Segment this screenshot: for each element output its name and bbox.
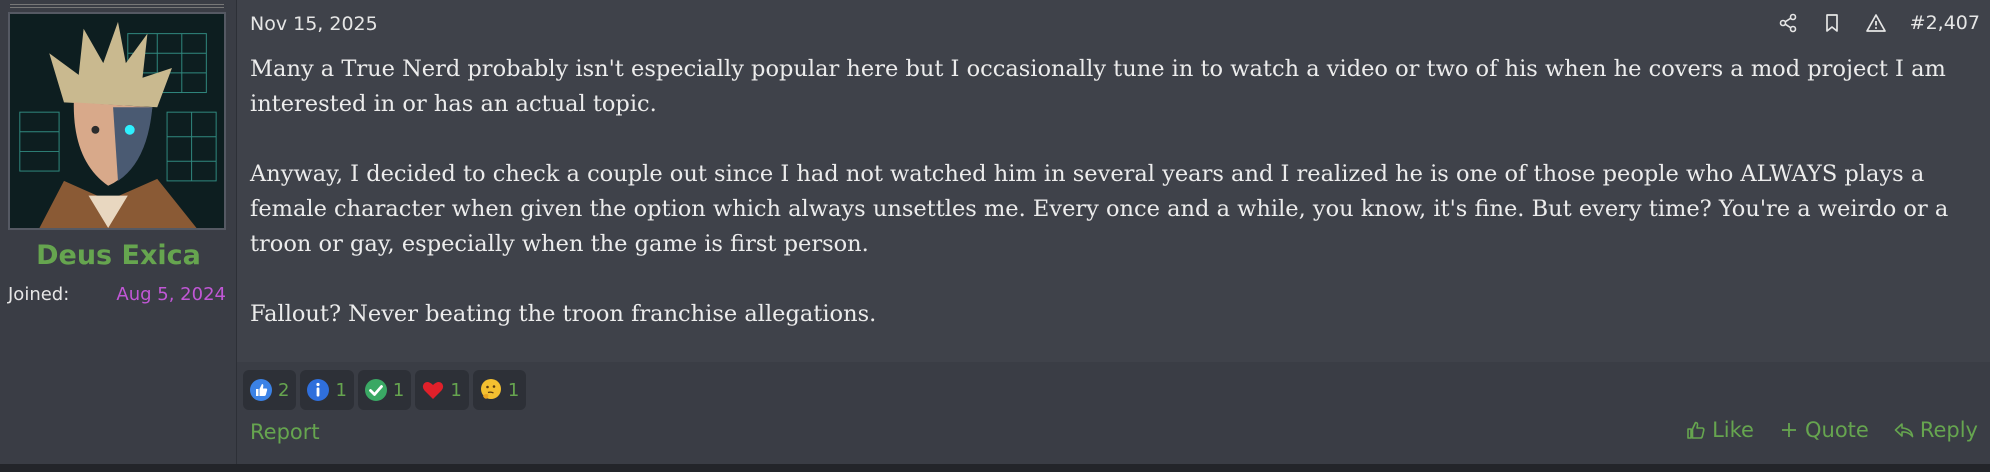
plus-icon (1781, 423, 1796, 437)
username[interactable]: Deus Exica (0, 240, 237, 271)
reactions-bar: 2 1 1 1 1 (243, 370, 527, 410)
user-sidebar: Deus Exica Joined: Aug 5, 2024 (0, 0, 237, 464)
post-footer: 2 1 1 1 1 Report Like Quote Reply (237, 362, 1990, 464)
post-date[interactable]: Nov 15, 2025 (250, 13, 378, 35)
quote-button[interactable]: Quote (1778, 418, 1869, 442)
post-number-link[interactable]: #2,407 (1910, 12, 1980, 34)
reaction-count: 1 (507, 379, 520, 401)
reaction-informative[interactable]: 1 (300, 370, 354, 410)
reaction-count: 1 (335, 379, 347, 401)
reaction-count: 1 (392, 379, 405, 401)
message-body: Many a True Nerd probably isn't especial… (250, 52, 1960, 367)
reaction-agree[interactable]: 1 (357, 370, 412, 410)
reply-arrow-icon (1894, 423, 1914, 438)
thumbs-up-icon (250, 379, 272, 401)
avatar-image (10, 14, 224, 228)
message-paragraph: Fallout? Never beating the troon franchi… (250, 301, 877, 327)
joined-date: Aug 5, 2024 (116, 284, 226, 305)
thumbs-up-icon (1687, 421, 1705, 439)
reply-button[interactable]: Reply (1893, 418, 1978, 442)
reaction-count: 2 (278, 379, 290, 401)
post-separator (0, 464, 1990, 472)
share-icon[interactable] (1778, 13, 1798, 33)
reaction-thumbs-up[interactable]: 2 (243, 370, 297, 410)
reaction-heart[interactable]: 1 (415, 370, 469, 410)
quote-label: Quote (1804, 418, 1869, 442)
message-paragraph: Anyway, I decided to check a couple out … (250, 161, 1949, 257)
reaction-thinking[interactable]: 1 (472, 370, 527, 410)
post-content-area: Nov 15, 2025 #2,407 Many a True Nerd pro… (237, 0, 1990, 362)
like-button[interactable]: Like (1685, 418, 1754, 442)
message-paragraph: Many a True Nerd probably isn't especial… (250, 56, 1946, 117)
joined-label: Joined: (8, 284, 70, 305)
heart-icon (423, 382, 444, 399)
post-tools: #2,407 (1778, 12, 1980, 34)
like-label: Like (1712, 418, 1754, 442)
bookmark-icon[interactable] (1822, 13, 1842, 33)
avatar[interactable] (8, 4, 226, 230)
reply-label: Reply (1919, 418, 1978, 442)
report-link[interactable]: Report (250, 420, 320, 444)
post-actions: Like Quote Reply (1685, 418, 1978, 442)
informative-icon (307, 379, 330, 401)
agree-check-icon (364, 379, 387, 401)
thinking-face-icon (480, 379, 501, 399)
joined-row: Joined: Aug 5, 2024 (8, 284, 226, 305)
forum-post: Deus Exica Joined: Aug 5, 2024 Nov 15, 2… (0, 0, 1990, 464)
reaction-count: 1 (450, 379, 462, 401)
post-main: Nov 15, 2025 #2,407 Many a True Nerd pro… (237, 0, 1990, 464)
report-warning-icon[interactable] (1865, 13, 1886, 33)
